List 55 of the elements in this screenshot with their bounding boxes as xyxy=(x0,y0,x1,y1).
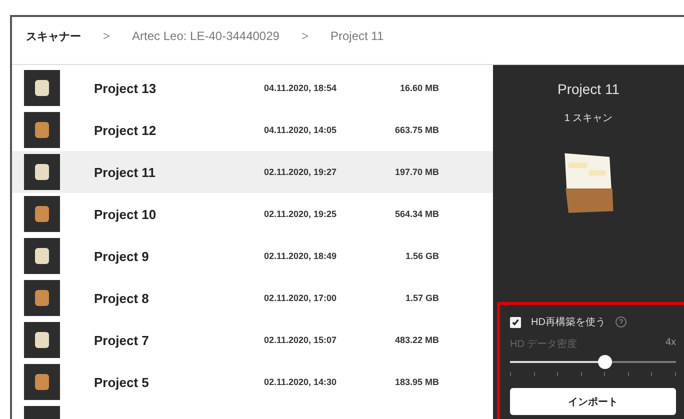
project-size: 564.34 MB xyxy=(394,209,439,219)
project-name: Project 5 xyxy=(94,374,150,390)
chevron-separator: > xyxy=(103,29,110,43)
project-row[interactable]: Project 12 04.11.2020, 14:05 663.75 MB xyxy=(12,109,493,151)
project-name: Project 12 xyxy=(94,122,158,138)
project-date: 02.11.2020, 14:30 xyxy=(264,377,338,387)
import-button[interactable]: インポート xyxy=(510,388,676,415)
breadcrumb-link[interactable]: Artec Leo: LE-40-34440029 xyxy=(132,29,280,43)
project-row[interactable]: Project 10 02.11.2020, 19:25 564.34 MB xyxy=(12,193,493,235)
breadcrumb-link[interactable]: Project 11 xyxy=(330,29,384,43)
project-date: 02.11.2020, 19:25 xyxy=(264,209,338,219)
chevron-separator: > xyxy=(301,29,308,43)
thumbnail-placeholder xyxy=(24,280,60,316)
checkbox[interactable] xyxy=(510,316,521,328)
thumbnail-placeholder xyxy=(24,112,60,148)
thumbnail-placeholder xyxy=(24,154,60,190)
project-date: 02.11.2020, 19:27 xyxy=(264,167,338,177)
project-name: Project 7 xyxy=(94,332,150,348)
project-size: 1.57 GB xyxy=(404,293,439,303)
slider-thumb[interactable] xyxy=(598,355,612,369)
project-row[interactable]: Project 13 04.11.2020, 18:54 16.60 MB xyxy=(12,67,493,109)
thumbnail-placeholder xyxy=(24,238,60,274)
project-name: Project 10 xyxy=(94,206,158,222)
project-name: Project 8 xyxy=(94,290,150,306)
project-size: 483.22 MB xyxy=(394,335,439,345)
project-name: Project 11 xyxy=(94,164,156,180)
project-row[interactable]: Project 5 02.11.2020, 14:30 183.95 MB xyxy=(12,361,493,403)
project-size: 16.60 MB xyxy=(398,83,439,93)
hd-option-label: HD再構築を使う xyxy=(531,316,606,329)
help-icon[interactable] xyxy=(615,316,628,328)
project-title: Project 11 xyxy=(558,81,620,97)
project-date: 02.11.2020, 15:07 xyxy=(264,335,338,345)
density-label: HD データ密度 xyxy=(510,338,578,351)
project-date: 04.11.2020, 18:54 xyxy=(264,83,338,93)
project-name: Project 9 xyxy=(94,248,150,264)
project-size: 183.95 MB xyxy=(394,377,439,387)
project-row[interactable]: Project 9 02.11.2020, 18:49 1.56 GB xyxy=(12,235,493,277)
thumbnail-placeholder xyxy=(24,70,60,106)
project-row[interactable]: Project 11 02.11.2020, 19:27 197.70 MB xyxy=(12,151,493,193)
thumbnail-placeholder xyxy=(24,364,60,400)
project-date: 02.11.2020, 18:49 xyxy=(264,251,338,261)
project-name: Project 13 xyxy=(94,80,158,96)
project-date: 04.11.2020, 14:05 xyxy=(264,125,338,135)
density-value: 4x xyxy=(665,337,676,350)
project-date: 02.11.2020, 17:00 xyxy=(264,293,338,303)
density-slider[interactable] xyxy=(510,355,676,369)
project-row[interactable]: Project 7 02.11.2020, 15:07 483.22 MB xyxy=(12,319,493,361)
thumbnail-placeholder xyxy=(24,196,60,232)
project-size: 1.56 GB xyxy=(404,251,439,261)
breadcrumb-link[interactable]: スキャナー xyxy=(26,29,81,44)
project-size: 197.70 MB xyxy=(394,167,439,177)
scan-count: 1 スキャン xyxy=(564,112,613,125)
thumbnail-placeholder xyxy=(24,322,60,358)
project-row[interactable]: Project 8 02.11.2020, 17:00 1.57 GB xyxy=(12,277,493,319)
project-size: 663.75 MB xyxy=(394,125,439,135)
